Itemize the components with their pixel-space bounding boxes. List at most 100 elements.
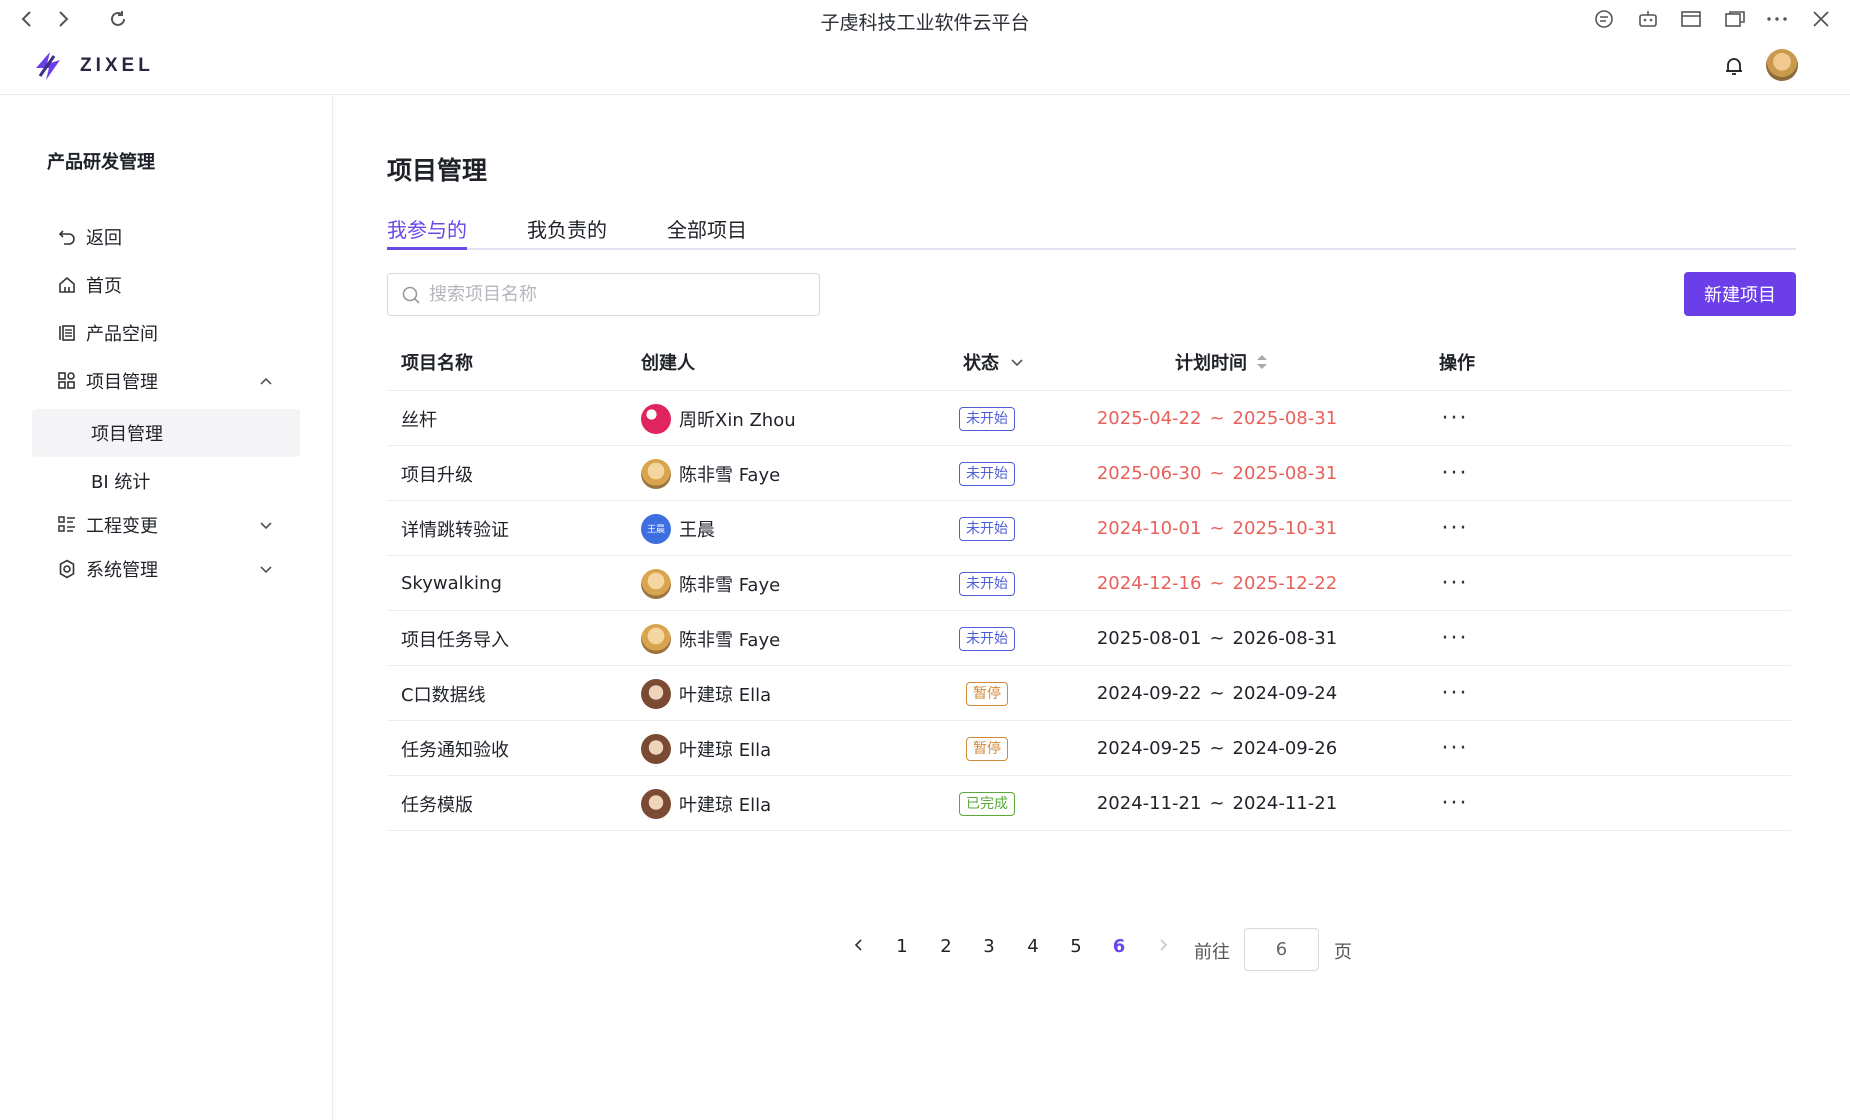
page-6[interactable]: 6 xyxy=(1107,936,1131,957)
table-header: 项目名称 创建人 状态 计划时间 操作 xyxy=(387,329,1791,391)
header-plan-time[interactable]: 计划时间 xyxy=(1175,349,1269,375)
end-date: 2025-10-31 xyxy=(1232,518,1338,539)
table-row[interactable]: 任务模版 叶建琼 Ella 已完成 2024-11-21 ~ 2024-11-2… xyxy=(387,776,1791,831)
status-cell: 暂停 xyxy=(949,666,1025,721)
table-row[interactable]: C口数据线 叶建琼 Ella 暂停 2024-09-22 ~ 2024-09-2… xyxy=(387,666,1791,721)
start-date: 2024-11-21 xyxy=(1096,793,1202,814)
more-actions-icon[interactable]: ··· xyxy=(1439,556,1471,611)
avatar xyxy=(641,568,671,599)
app-header: ZIXEL xyxy=(0,38,1850,95)
sidebar-subitem-project-management[interactable]: 项目管理 xyxy=(32,409,300,457)
page-4[interactable]: 4 xyxy=(1021,936,1045,957)
creator-name: 叶建琼 Ella xyxy=(679,794,772,816)
project-name[interactable]: 任务通知验收 xyxy=(401,721,509,776)
header-project-name: 项目名称 xyxy=(401,353,473,374)
table-row[interactable]: 详情跳转验证 王晨 王晨 未开始 2024-10-01 ~ 2025-10-31… xyxy=(387,501,1791,556)
start-date: 2024-10-01 xyxy=(1096,518,1202,539)
date-separator: ~ xyxy=(1209,408,1225,429)
chevron-down-icon xyxy=(1011,359,1023,367)
more-actions-icon[interactable]: ··· xyxy=(1439,611,1471,666)
date-separator: ~ xyxy=(1209,683,1225,704)
avatar xyxy=(641,733,671,764)
tab-participating[interactable]: 我参与的 xyxy=(387,214,467,250)
project-name[interactable]: C口数据线 xyxy=(401,666,486,721)
end-date: 2024-09-24 xyxy=(1232,683,1338,704)
project-name[interactable]: Skywalking xyxy=(401,556,502,611)
project-name[interactable]: 项目升级 xyxy=(401,446,473,501)
table-row[interactable]: 项目任务导入 陈非雪 Faye 未开始 2025-08-01 ~ 2026-08… xyxy=(387,611,1791,666)
project-table: 项目名称 创建人 状态 计划时间 操作 丝杆 周昕Xin Zhou 未开始 20… xyxy=(387,329,1791,831)
creator-cell: 叶建琼 Ella xyxy=(641,721,771,776)
search-box[interactable] xyxy=(387,273,820,316)
restore-icon[interactable] xyxy=(1722,7,1748,31)
user-avatar[interactable] xyxy=(1766,49,1798,81)
chat-icon[interactable] xyxy=(1591,7,1617,31)
plan-time: 2025-08-01 ~ 2026-08-31 xyxy=(1087,611,1347,666)
more-actions-icon[interactable]: ··· xyxy=(1439,666,1471,721)
end-date: 2024-11-21 xyxy=(1232,793,1338,814)
page-5[interactable]: 5 xyxy=(1064,936,1088,957)
more-actions-icon[interactable]: ··· xyxy=(1439,721,1471,776)
date-separator: ~ xyxy=(1209,463,1225,484)
sidebar-item-engineering-change[interactable]: 工程变更 xyxy=(32,501,300,549)
status-badge: 暂停 xyxy=(966,736,1008,761)
sidebar: 产品研发管理 返回 首页 产品空间 项目管理 项目管理 BI 统计 工程变更 系… xyxy=(0,96,333,1120)
more-actions-icon[interactable]: ··· xyxy=(1439,446,1471,501)
table-row[interactable]: 项目升级 陈非雪 Faye 未开始 2025-06-30 ~ 2025-08-3… xyxy=(387,446,1791,501)
next-page-icon[interactable] xyxy=(1151,936,1175,957)
search-input[interactable] xyxy=(429,284,809,305)
sidebar-item-label: 项目管理 xyxy=(91,424,163,445)
creator-name: 陈非雪 Faye xyxy=(679,464,781,486)
project-name[interactable]: 任务模版 xyxy=(401,776,473,831)
more-actions-glyph: ··· xyxy=(1441,571,1469,596)
new-project-button[interactable]: 新建项目 xyxy=(1684,272,1796,316)
tab-all-projects[interactable]: 全部项目 xyxy=(667,214,747,250)
table-row[interactable]: 丝杆 周昕Xin Zhou 未开始 2025-04-22 ~ 2025-08-3… xyxy=(387,391,1791,446)
more-actions-icon[interactable]: ··· xyxy=(1439,501,1471,556)
more-actions-glyph: ··· xyxy=(1441,461,1469,486)
status-badge: 未开始 xyxy=(959,461,1015,486)
robot-icon[interactable] xyxy=(1635,7,1661,31)
creator-cell: 叶建琼 Ella xyxy=(641,666,771,721)
more-icon[interactable] xyxy=(1764,7,1790,31)
more-actions-icon[interactable]: ··· xyxy=(1439,391,1471,446)
status-badge: 暂停 xyxy=(966,681,1008,706)
project-name[interactable]: 项目任务导入 xyxy=(401,611,509,666)
close-icon[interactable] xyxy=(1808,7,1834,31)
gear-icon xyxy=(56,558,78,580)
sidebar-item-home[interactable]: 首页 xyxy=(32,261,300,309)
table-row[interactable]: Skywalking 陈非雪 Faye 未开始 2024-12-16 ~ 202… xyxy=(387,556,1791,611)
page-3[interactable]: 3 xyxy=(977,936,1001,957)
tab-responsible[interactable]: 我负责的 xyxy=(527,214,607,250)
avatar xyxy=(641,788,671,819)
zixel-logo-icon xyxy=(36,52,60,80)
window-icon[interactable] xyxy=(1678,7,1704,31)
creator-name: 王晨 xyxy=(679,519,715,541)
sidebar-subitem-bi-stats[interactable]: BI 统计 xyxy=(32,457,300,505)
prev-page-icon[interactable] xyxy=(847,936,871,957)
page-2[interactable]: 2 xyxy=(934,936,958,957)
sidebar-item-back[interactable]: 返回 xyxy=(32,213,300,261)
header-status[interactable]: 状态 xyxy=(963,349,1025,375)
creator-cell: 陈非雪 Faye xyxy=(641,556,780,611)
more-actions-glyph: ··· xyxy=(1441,516,1469,541)
goto-page-input[interactable] xyxy=(1244,928,1319,971)
sidebar-item-product-space[interactable]: 产品空间 xyxy=(32,309,300,357)
logo[interactable]: ZIXEL xyxy=(30,46,154,86)
sidebar-item-project-management[interactable]: 项目管理 xyxy=(32,357,300,405)
sidebar-item-label: 工程变更 xyxy=(86,516,158,537)
sidebar-item-system-management[interactable]: 系统管理 xyxy=(32,545,300,593)
project-name[interactable]: 丝杆 xyxy=(401,391,437,446)
bell-icon[interactable] xyxy=(1722,54,1746,78)
plan-time: 2024-09-22 ~ 2024-09-24 xyxy=(1087,666,1347,721)
project-name[interactable]: 详情跳转验证 xyxy=(401,501,509,556)
sidebar-item-label: 首页 xyxy=(86,276,122,297)
status-cell: 未开始 xyxy=(949,391,1025,446)
more-actions-icon[interactable]: ··· xyxy=(1439,776,1471,831)
plan-time: 2024-11-21 ~ 2024-11-21 xyxy=(1087,776,1347,831)
chevron-down-icon xyxy=(258,561,274,577)
page-1[interactable]: 1 xyxy=(890,936,914,957)
logo-text: ZIXEL xyxy=(80,55,154,76)
table-row[interactable]: 任务通知验收 叶建琼 Ella 暂停 2024-09-25 ~ 2024-09-… xyxy=(387,721,1791,776)
chevron-up-icon xyxy=(258,373,274,389)
